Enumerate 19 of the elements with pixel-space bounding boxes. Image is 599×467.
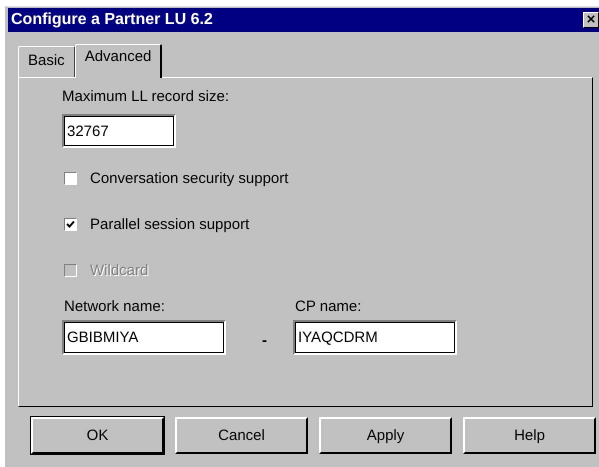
close-button[interactable]: × <box>583 12 599 28</box>
tab[interactable]: Advanced <box>74 44 162 78</box>
cp-name-field[interactable]: IYAQCDRM <box>293 320 457 355</box>
dialog-button[interactable]: Help <box>463 417 596 454</box>
checkbox-label: Conversation security support <box>90 170 288 186</box>
dialog-button[interactable]: Apply <box>319 417 452 454</box>
window-title: Configure a Partner LU 6.2 <box>10 11 213 29</box>
record-size-field[interactable]: 32767 <box>62 114 176 148</box>
checkbox[interactable] <box>64 172 77 184</box>
checkbox-label: Wildcard <box>90 262 148 278</box>
separator-dash: - <box>262 332 267 349</box>
field-label: Network name: <box>64 298 166 315</box>
checkbox[interactable] <box>64 218 77 230</box>
dialog-button[interactable]: OK <box>31 417 164 454</box>
network-name-field[interactable]: GBIBMIYA <box>62 320 226 355</box>
checkbox-label: Parallel session support <box>90 216 250 232</box>
dialog-button[interactable]: Cancel <box>175 417 308 454</box>
field-label: Maximum LL record size: <box>62 88 229 105</box>
field-label: CP name: <box>295 298 362 315</box>
